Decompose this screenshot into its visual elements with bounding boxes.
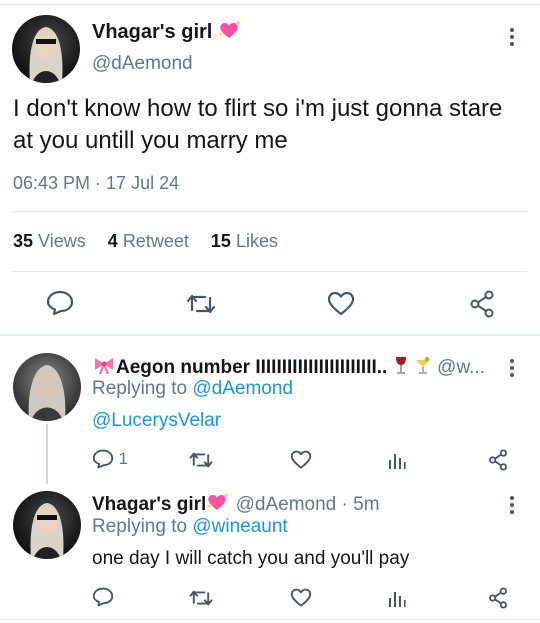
- replying-to-link[interactable]: @dAemond: [192, 378, 293, 399]
- reply-replying-to: Replying to @wineaunt: [92, 516, 288, 537]
- reply-author-name[interactable]: Vhagar's girl: [92, 494, 206, 515]
- reply-more-options-icon[interactable]: [510, 359, 516, 380]
- stats-divider-top: [13, 211, 527, 212]
- sparkling-heart-icon: [218, 20, 242, 40]
- retweet-icon[interactable]: [186, 292, 216, 316]
- reply-avatar[interactable]: [13, 353, 81, 421]
- ribbon-icon: [92, 355, 116, 375]
- bottom-divider: [0, 619, 540, 620]
- reply-icon: [92, 449, 114, 469]
- tweet-stats: 35 Views 4 Retweet 15 Likes: [13, 231, 278, 252]
- retweet-icon[interactable]: [189, 450, 213, 470]
- reply-header: Aegon number IIIIIIIIIIIIIIIIIIIIIII.. @…: [92, 355, 485, 379]
- share-icon[interactable]: [469, 290, 495, 318]
- retweet-icon[interactable]: [189, 588, 213, 608]
- author-name-row: Vhagar's girl: [92, 20, 242, 44]
- reply-author-name[interactable]: Aegon number IIIIIIIIIIIIIIIIIIIIIII..: [116, 357, 387, 378]
- sparkling-heart-icon: [206, 492, 230, 512]
- share-icon[interactable]: [488, 587, 508, 609]
- stats-divider-bottom: [13, 271, 527, 272]
- tweet-text: I don't know how to flirt so i'm just go…: [13, 95, 503, 154]
- author-name[interactable]: Vhagar's girl: [92, 21, 212, 43]
- avatar[interactable]: [12, 15, 80, 83]
- retweets-stat[interactable]: 4 Retweet: [108, 231, 189, 251]
- analytics-icon[interactable]: [388, 588, 406, 608]
- reply-count: 1: [118, 449, 128, 468]
- like-icon[interactable]: [290, 450, 312, 470]
- replying-to-link[interactable]: @wineaunt: [192, 516, 287, 537]
- reply-icon[interactable]: [46, 290, 74, 316]
- reply-icon[interactable]: [92, 587, 114, 607]
- likes-stat[interactable]: 15 Likes: [211, 231, 278, 251]
- section-divider: [0, 334, 540, 336]
- reply-text-mention[interactable]: @LucerysVelar: [92, 410, 221, 432]
- wine-glass-icon: [393, 355, 409, 375]
- reply-avatar[interactable]: [13, 491, 81, 559]
- author-handle[interactable]: @dAemond: [92, 53, 193, 75]
- like-icon[interactable]: [290, 588, 312, 608]
- reply-replying-to: Replying to @dAemond: [92, 378, 293, 399]
- more-options-icon[interactable]: [510, 28, 516, 49]
- reply-author-handle[interactable]: @w...: [437, 357, 485, 378]
- reply-more-options-icon[interactable]: [510, 496, 516, 517]
- share-icon[interactable]: [488, 449, 508, 471]
- reply-avatar-image: [28, 365, 66, 421]
- reply-time: · 5m: [341, 494, 380, 515]
- reply-header: Vhagar's girl @dAemond · 5m: [92, 492, 380, 516]
- tropical-drink-icon: [414, 355, 432, 375]
- analytics-icon[interactable]: [388, 450, 406, 470]
- tweet-timestamp: 06:43 PM · 17 Jul 24: [13, 173, 180, 193]
- reply-text: one day I will catch you and you'll pay: [92, 548, 410, 569]
- avatar-image: [29, 27, 63, 83]
- reply-author-handle[interactable]: @dAemond: [236, 494, 337, 515]
- views-stat[interactable]: 35 Views: [13, 231, 86, 251]
- like-icon[interactable]: [327, 291, 355, 317]
- reply-avatar-image: [30, 503, 64, 559]
- top-divider: [0, 4, 540, 5]
- thread-line: [46, 424, 48, 484]
- reply-action-reply[interactable]: 1: [92, 449, 128, 469]
